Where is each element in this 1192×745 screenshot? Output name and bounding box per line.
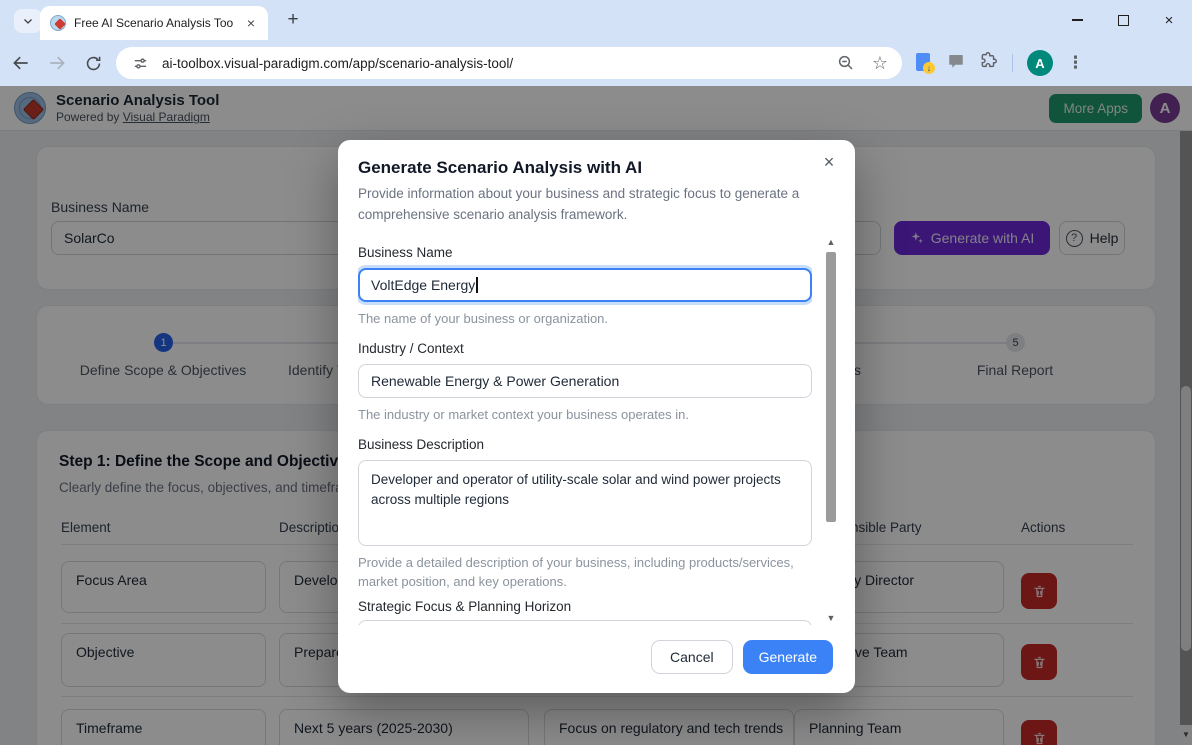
dialog-form: Business Name VoltEdge Energy The name o… [358,233,812,625]
modal-industry-label: Industry / Context [358,340,464,356]
generate-dialog: × Generate Scenario Analysis with AI Pro… [338,140,855,693]
modal-scroll-up-icon[interactable]: ▲ [825,236,837,248]
cancel-button[interactable]: Cancel [651,640,733,674]
chevron-down-icon [24,19,32,24]
modal-business-name-input[interactable]: VoltEdge Energy [358,268,812,302]
modal-description-help: Provide a detailed description of your b… [358,554,794,589]
reload-button[interactable] [78,48,108,78]
browser-tab[interactable]: Free AI Scenario Analysis Tool - × [40,6,268,40]
back-arrow-icon [13,56,28,70]
modal-scrollbar-thumb[interactable] [826,252,836,522]
window-close-button[interactable]: × [1146,0,1192,40]
tab-close-button[interactable]: × [242,14,260,32]
modal-strategic-input[interactable] [358,620,812,625]
zoom-out-icon[interactable] [834,51,858,75]
bookmark-star-icon[interactable]: ☆ [868,51,892,75]
new-tab-button[interactable]: + [280,8,306,34]
tab-strip: Free AI Scenario Analysis Tool - × + × [0,0,1192,40]
back-button[interactable] [6,48,36,78]
dialog-close-button[interactable]: × [817,150,841,174]
modal-strategic-label: Strategic Focus & Planning Horizon [358,599,572,615]
url-text[interactable]: ai-toolbox.visual-paradigm.com/app/scena… [162,56,824,71]
toolbar-actions: ↓ A ⋮ [916,50,1084,76]
dialog-footer: Cancel Generate [338,631,855,693]
dialog-title: Generate Scenario Analysis with AI [358,158,643,177]
address-bar[interactable]: ai-toolbox.visual-paradigm.com/app/scena… [116,47,902,79]
minimize-button[interactable] [1054,0,1100,40]
modal-industry-help: The industry or market context your busi… [358,406,689,422]
tab-title: Free AI Scenario Analysis Tool - [74,16,234,30]
minimize-icon [1071,19,1083,21]
extensions-puzzle-icon[interactable] [979,51,998,75]
browser-menu-icon[interactable]: ⋮ [1067,53,1084,73]
site-settings-icon[interactable] [128,51,152,75]
modal-description-textarea[interactable]: Developer and operator of utility-scale … [358,459,812,546]
modal-business-name-label: Business Name [358,245,453,260]
forward-button[interactable] [42,48,72,78]
forward-arrow-icon [50,56,65,70]
modal-business-name-help: The name of your business or organizatio… [358,311,609,326]
maximize-icon [1117,14,1129,26]
download-badge-icon: ↓ [923,62,935,74]
site-favicon-icon [50,15,66,31]
modal-industry-input[interactable]: Renewable Energy & Power Generation [358,363,812,398]
tab-search-button[interactable] [14,9,42,33]
window-controls: × [1054,0,1192,40]
generate-button[interactable]: Generate [742,640,833,674]
reload-icon [86,56,100,70]
modal-description-label: Business Description [358,436,485,452]
browser-window: Free AI Scenario Analysis Tool - × + × a… [0,0,1192,745]
dialog-description: Provide information about your business … [358,186,800,222]
feedback-bubble-icon[interactable] [947,52,965,75]
modal-scroll-down-icon[interactable]: ▼ [825,612,837,624]
browser-chrome: Free AI Scenario Analysis Tool - × + × a… [0,0,1192,86]
toolbar-divider [1012,54,1013,72]
text-caret [476,277,478,293]
reading-mode-icon[interactable]: ↓ [916,53,935,74]
browser-profile-avatar[interactable]: A [1027,50,1053,76]
browser-toolbar: ai-toolbox.visual-paradigm.com/app/scena… [0,40,1192,86]
maximize-button[interactable] [1100,0,1146,40]
